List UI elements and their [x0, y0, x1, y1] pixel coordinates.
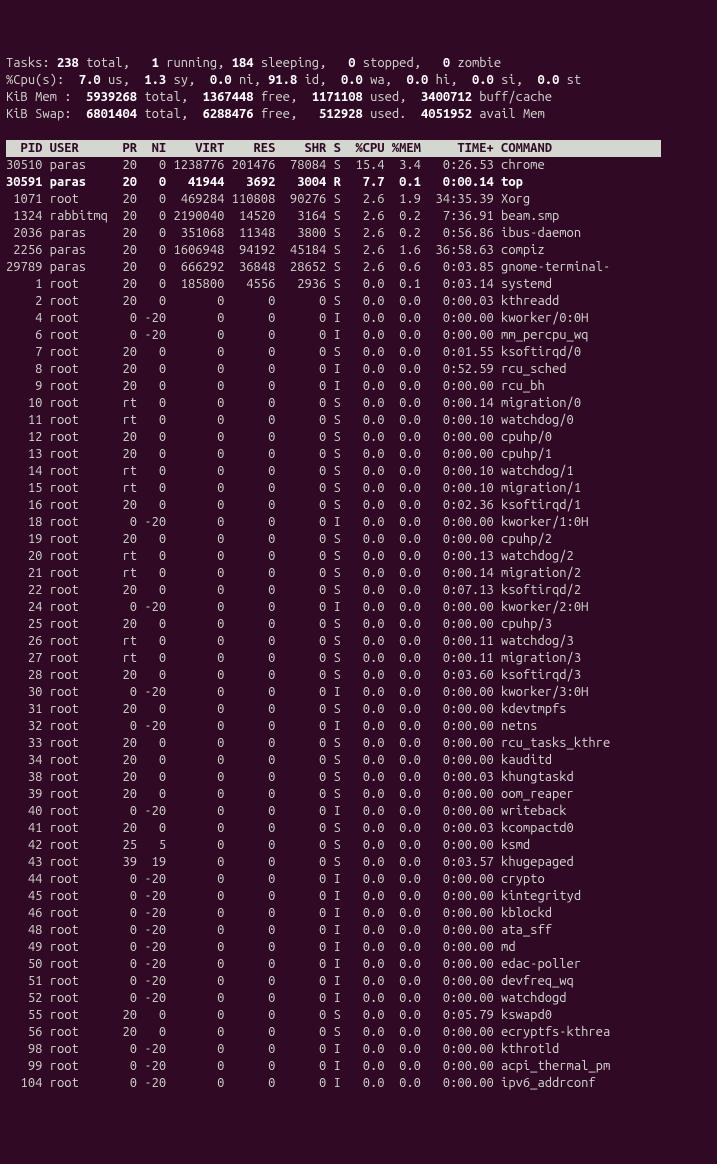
- process-row: 51 root 0 -20 0 0 0 I 0.0 0.0 0:00.00 de…: [6, 973, 711, 990]
- process-row: 9 root 20 0 0 0 0 I 0.0 0.0 0:00.00 rcu_…: [6, 378, 711, 395]
- process-row: 18 root 0 -20 0 0 0 I 0.0 0.0 0:00.00 kw…: [6, 514, 711, 531]
- process-row: 34 root 20 0 0 0 0 S 0.0 0.0 0:00.00 kau…: [6, 752, 711, 769]
- process-row: 15 root rt 0 0 0 0 S 0.0 0.0 0:00.10 mig…: [6, 480, 711, 497]
- process-row: 6 root 0 -20 0 0 0 I 0.0 0.0 0:00.00 mm_…: [6, 327, 711, 344]
- process-row: 13 root 20 0 0 0 0 S 0.0 0.0 0:00.00 cpu…: [6, 446, 711, 463]
- process-row: 104 root 0 -20 0 0 0 I 0.0 0.0 0:00.00 i…: [6, 1075, 711, 1092]
- process-row: 44 root 0 -20 0 0 0 I 0.0 0.0 0:00.00 cr…: [6, 871, 711, 888]
- process-row: 1 root 20 0 185800 4556 2936 S 0.0 0.1 0…: [6, 276, 711, 293]
- process-row: 2256 paras 20 0 1606948 94192 45184 S 2.…: [6, 242, 711, 259]
- process-row: 32 root 0 -20 0 0 0 I 0.0 0.0 0:00.00 ne…: [6, 718, 711, 735]
- process-row: 50 root 0 -20 0 0 0 I 0.0 0.0 0:00.00 ed…: [6, 956, 711, 973]
- process-row: 14 root rt 0 0 0 0 S 0.0 0.0 0:00.10 wat…: [6, 463, 711, 480]
- process-row: 49 root 0 -20 0 0 0 I 0.0 0.0 0:00.00 md: [6, 939, 711, 956]
- process-row: 22 root 20 0 0 0 0 S 0.0 0.0 0:07.13 kso…: [6, 582, 711, 599]
- summary-mem: KiB Mem : 5939268 total, 1367448 free, 1…: [6, 89, 711, 106]
- process-row: 26 root rt 0 0 0 0 S 0.0 0.0 0:00.11 wat…: [6, 633, 711, 650]
- process-row: 45 root 0 -20 0 0 0 I 0.0 0.0 0:00.00 ki…: [6, 888, 711, 905]
- process-row: 25 root 20 0 0 0 0 S 0.0 0.0 0:00.00 cpu…: [6, 616, 711, 633]
- process-row: 28 root 20 0 0 0 0 S 0.0 0.0 0:03.60 kso…: [6, 667, 711, 684]
- process-row: 46 root 0 -20 0 0 0 I 0.0 0.0 0:00.00 kb…: [6, 905, 711, 922]
- process-row: 56 root 20 0 0 0 0 S 0.0 0.0 0:00.00 ecr…: [6, 1024, 711, 1041]
- process-row: 30591 paras 20 0 41944 3692 3004 R 7.7 0…: [6, 174, 711, 191]
- process-row: 40 root 0 -20 0 0 0 I 0.0 0.0 0:00.00 wr…: [6, 803, 711, 820]
- process-row: 31 root 20 0 0 0 0 S 0.0 0.0 0:00.00 kde…: [6, 701, 711, 718]
- process-row: 30510 paras 20 0 1238776 201476 78084 S …: [6, 157, 711, 174]
- process-row: 16 root 20 0 0 0 0 S 0.0 0.0 0:02.36 kso…: [6, 497, 711, 514]
- process-row: 38 root 20 0 0 0 0 S 0.0 0.0 0:00.03 khu…: [6, 769, 711, 786]
- process-row: 8 root 20 0 0 0 0 I 0.0 0.0 0:52.59 rcu_…: [6, 361, 711, 378]
- process-row: 20 root rt 0 0 0 0 S 0.0 0.0 0:00.13 wat…: [6, 548, 711, 565]
- process-row: 19 root 20 0 0 0 0 S 0.0 0.0 0:00.00 cpu…: [6, 531, 711, 548]
- process-row: 2 root 20 0 0 0 0 S 0.0 0.0 0:00.03 kthr…: [6, 293, 711, 310]
- process-row: 43 root 39 19 0 0 0 S 0.0 0.0 0:03.57 kh…: [6, 854, 711, 871]
- process-row: 98 root 0 -20 0 0 0 I 0.0 0.0 0:00.00 kt…: [6, 1041, 711, 1058]
- process-row: 33 root 20 0 0 0 0 S 0.0 0.0 0:00.00 rcu…: [6, 735, 711, 752]
- process-row: 1324 rabbitmq 20 0 2190040 14520 3164 S …: [6, 208, 711, 225]
- process-row: 52 root 0 -20 0 0 0 I 0.0 0.0 0:00.00 wa…: [6, 990, 711, 1007]
- process-row: 30 root 0 -20 0 0 0 I 0.0 0.0 0:00.00 kw…: [6, 684, 711, 701]
- summary-tasks: Tasks: 238 total, 1 running, 184 sleepin…: [6, 55, 711, 72]
- process-row: 24 root 0 -20 0 0 0 I 0.0 0.0 0:00.00 kw…: [6, 599, 711, 616]
- process-row: 29789 paras 20 0 666292 36848 28652 S 2.…: [6, 259, 711, 276]
- process-row: 21 root rt 0 0 0 0 S 0.0 0.0 0:00.14 mig…: [6, 565, 711, 582]
- process-row: 2036 paras 20 0 351068 11348 3800 S 2.6 …: [6, 225, 711, 242]
- process-row: 39 root 20 0 0 0 0 S 0.0 0.0 0:00.00 oom…: [6, 786, 711, 803]
- process-row: 42 root 25 5 0 0 0 S 0.0 0.0 0:00.00 ksm…: [6, 837, 711, 854]
- process-row: 27 root rt 0 0 0 0 S 0.0 0.0 0:00.11 mig…: [6, 650, 711, 667]
- terminal-output[interactable]: Tasks: 238 total, 1 running, 184 sleepin…: [6, 55, 711, 1092]
- process-header: PID USER PR NI VIRT RES SHR S %CPU %MEM …: [6, 140, 711, 157]
- process-row: 99 root 0 -20 0 0 0 I 0.0 0.0 0:00.00 ac…: [6, 1058, 711, 1075]
- process-row: 4 root 0 -20 0 0 0 I 0.0 0.0 0:00.00 kwo…: [6, 310, 711, 327]
- process-row: 1071 root 20 0 469284 110808 90276 S 2.6…: [6, 191, 711, 208]
- process-row: 12 root 20 0 0 0 0 S 0.0 0.0 0:00.00 cpu…: [6, 429, 711, 446]
- process-row: 48 root 0 -20 0 0 0 I 0.0 0.0 0:00.00 at…: [6, 922, 711, 939]
- process-row: 55 root 20 0 0 0 0 S 0.0 0.0 0:05.79 ksw…: [6, 1007, 711, 1024]
- process-row: 10 root rt 0 0 0 0 S 0.0 0.0 0:00.14 mig…: [6, 395, 711, 412]
- summary-swap: KiB Swap: 6801404 total, 6288476 free, 5…: [6, 106, 711, 123]
- summary-cpu: %Cpu(s): 7.0 us, 1.3 sy, 0.0 ni, 91.8 id…: [6, 72, 711, 89]
- process-row: 7 root 20 0 0 0 0 S 0.0 0.0 0:01.55 ksof…: [6, 344, 711, 361]
- process-row: 11 root rt 0 0 0 0 S 0.0 0.0 0:00.10 wat…: [6, 412, 711, 429]
- process-row: 41 root 20 0 0 0 0 S 0.0 0.0 0:00.03 kco…: [6, 820, 711, 837]
